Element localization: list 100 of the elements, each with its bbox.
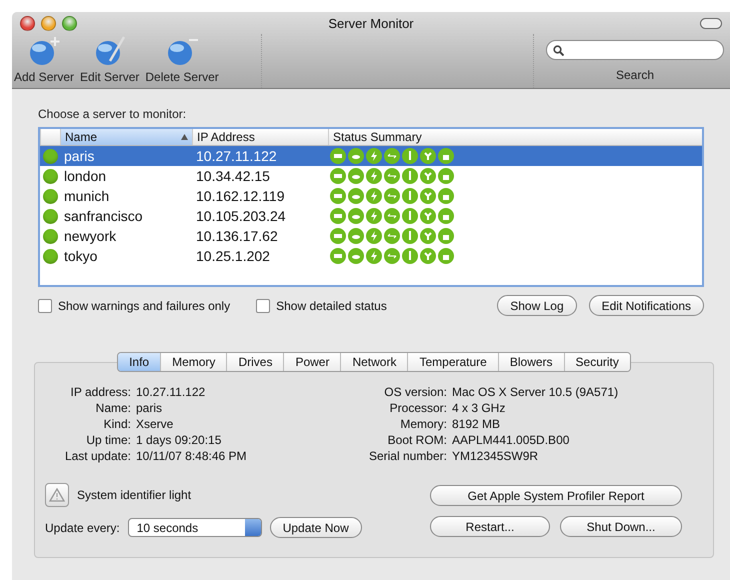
network-icon: [384, 188, 400, 204]
tab[interactable]: Temperature: [407, 353, 498, 371]
shut-down-button[interactable]: Shut Down...: [560, 516, 682, 537]
search-icon: [553, 44, 564, 56]
identifier-light-label: System identifier light: [77, 488, 192, 502]
server-name: sanfrancisco: [63, 208, 144, 224]
display-icon: [330, 248, 346, 264]
warning-icon: [49, 488, 65, 502]
thermometer-icon: [402, 248, 418, 264]
tab[interactable]: Power: [283, 353, 340, 371]
search-label: Search: [616, 68, 654, 82]
info-label: Processor:: [388, 401, 447, 415]
power-icon: [366, 168, 382, 184]
window-title: Server Monitor: [328, 16, 414, 30]
list-button[interactable]: Edit Notifications: [588, 295, 704, 316]
info-value: Xserve: [136, 417, 174, 431]
info-value: 10/11/07 8:48:46 PM: [136, 449, 248, 463]
ip-address: 10.27.11.122: [195, 148, 278, 164]
info-value: YM12345SW9R: [452, 449, 540, 463]
server-name: tokyo: [63, 248, 98, 264]
status-dot: [43, 148, 58, 164]
display-icon: [330, 228, 346, 244]
disk-icon: [348, 168, 364, 184]
display-icon: [330, 148, 346, 164]
toolbar-button[interactable]: Delete Server: [143, 35, 221, 88]
toolbar-toggle-button[interactable]: [700, 18, 722, 28]
info-label: Boot ROM:: [386, 433, 447, 447]
server-name: paris: [63, 148, 96, 164]
info-value: 4 x 3 GHz: [452, 401, 506, 415]
thermometer-icon: [402, 208, 418, 224]
info-label: Memory:: [399, 417, 447, 431]
restart-button[interactable]: Restart...: [430, 516, 550, 537]
network-icon: [384, 168, 400, 184]
ip-address: 10.162.12.119: [195, 188, 286, 204]
list-button[interactable]: Show Log: [497, 295, 577, 316]
info-label: Name:: [94, 401, 131, 415]
power-icon: [366, 248, 382, 264]
tab[interactable]: Blowers: [498, 353, 564, 371]
power-icon: [366, 148, 382, 164]
tab[interactable]: Memory: [160, 353, 226, 371]
ip-address: 10.136.17.62: [195, 228, 279, 244]
power-icon: [366, 188, 382, 204]
profiler-report-button[interactable]: Get Apple System Profiler Report: [430, 485, 682, 506]
info-label: Up time:: [85, 433, 131, 447]
list-prompt: Choose a server to monitor:: [38, 107, 188, 121]
network-icon: [384, 228, 400, 244]
tab[interactable]: Info: [118, 353, 160, 371]
checkbox[interactable]: [256, 298, 270, 312]
ip-address: 10.25.1.202: [195, 248, 271, 264]
info-label: OS version:: [383, 385, 447, 399]
disk-icon: [348, 208, 364, 224]
info-label: IP address:: [70, 385, 131, 399]
identifier-light-button[interactable]: [45, 483, 69, 507]
minimize-button[interactable]: [41, 16, 56, 30]
server-name: london: [63, 168, 108, 184]
interval-dropdown[interactable]: 10 seconds: [128, 518, 262, 537]
disk-icon: [348, 228, 364, 244]
thermometer-icon: [402, 188, 418, 204]
display-icon: [330, 208, 346, 224]
toolbar-button[interactable]: Edit Server: [78, 35, 142, 88]
toolbar-button[interactable]: Add Server: [12, 35, 76, 88]
info-label: Kind:: [102, 417, 131, 431]
network-icon: [384, 208, 400, 224]
column-header[interactable]: Name: [60, 129, 192, 145]
checkbox-label: Show warnings and failures only: [58, 298, 230, 312]
tab[interactable]: Network: [340, 353, 408, 371]
zoom-button[interactable]: [62, 16, 77, 30]
info-value: Mac OS X Server 10.5 (9A571): [452, 385, 620, 399]
power-icon: [366, 228, 382, 244]
column-header[interactable]: IP Address: [192, 129, 328, 145]
ip-address: 10.105.203.24: [195, 208, 287, 224]
tab[interactable]: Drives: [226, 353, 284, 371]
thermometer-icon: [402, 148, 418, 164]
ip-address: 10.34.42.15: [195, 168, 271, 184]
server-name: munich: [63, 188, 110, 204]
info-label: Last update:: [64, 449, 131, 463]
info-value: 10.27.11.122: [136, 385, 206, 399]
status-dot: [43, 208, 58, 224]
search-field[interactable]: [546, 40, 724, 60]
power-icon: [366, 208, 382, 224]
server-row[interactable]: paris 10.27.11.122: [40, 146, 702, 166]
status-dot: [43, 248, 58, 264]
stepper-icon: [244, 519, 261, 536]
network-icon: [384, 248, 400, 264]
status-dot: [43, 228, 58, 244]
close-button[interactable]: [20, 16, 35, 30]
column-header[interactable]: Status Summary: [328, 129, 702, 145]
info-value: paris: [136, 401, 164, 415]
sort-arrow-icon: [181, 134, 188, 140]
update-label: Update every:: [45, 520, 120, 534]
thermometer-icon: [402, 168, 418, 184]
disk-icon: [348, 188, 364, 204]
checkbox[interactable]: [38, 298, 52, 312]
info-value: AAPLM441.005D.B00: [452, 433, 570, 447]
display-icon: [330, 168, 346, 184]
thermometer-icon: [402, 228, 418, 244]
update-now-button[interactable]: Update Now: [270, 517, 362, 538]
tab[interactable]: Security: [564, 353, 630, 371]
status-dot: [43, 168, 58, 184]
status-dot: [43, 188, 58, 204]
